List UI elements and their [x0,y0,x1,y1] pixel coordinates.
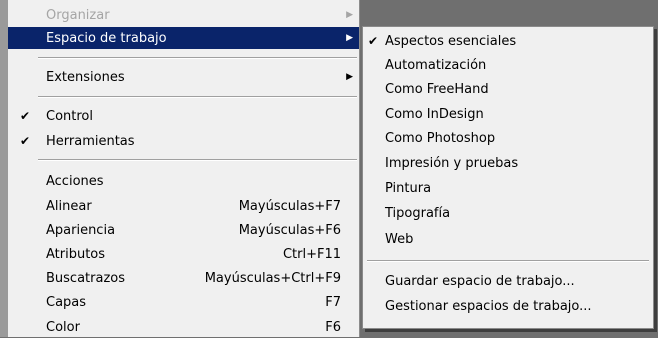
menu-item-label: Control [46,108,93,124]
menu-item-control[interactable]: ✔ Control [8,105,359,127]
workspace-item-web[interactable]: Web [363,228,653,250]
menu-item-label: Como Photoshop [385,130,496,146]
menu-item-shortcut: F7 [325,294,341,310]
menu-item-label: Espacio de trabajo [46,30,167,46]
menu-separator [38,57,357,59]
menu-item-capas[interactable]: Capas F7 [8,291,359,313]
menu-item-label: Tipografía [385,205,451,221]
menu-item-shortcut: F6 [325,319,341,335]
manage-workspaces-item[interactable]: Gestionar espacios de trabajo... [363,295,653,317]
menu-item-label: Aspectos esenciales [385,33,517,49]
menu-item-extensiones[interactable]: Extensiones ▶ [8,66,359,88]
menu-item-shortcut: Mayúsculas+F7 [238,198,341,214]
workspace-item-como-indesign[interactable]: Como InDesign [363,103,653,125]
menu-item-label: Impresión y pruebas [385,155,519,171]
menu-item-label: Herramientas [46,133,135,149]
workspace-item-tipografia[interactable]: Tipografía [363,202,653,224]
menu-item-label: Apariencia [46,222,116,238]
menu-item-buscatrazos[interactable]: Buscatrazos Mayúsculas+Ctrl+F9 [8,267,359,289]
background-strip [0,0,8,337]
menu-item-shortcut: Ctrl+F11 [282,246,341,262]
save-workspace-item[interactable]: Guardar espacio de trabajo... [363,270,653,292]
workspace-item-pintura[interactable]: Pintura [363,177,653,199]
menu-separator [38,159,357,161]
menu-separator [38,96,357,98]
menu-item-apariencia[interactable]: Apariencia Mayúsculas+F6 [8,219,359,241]
menu-item-label: Guardar espacio de trabajo... [385,273,575,289]
menu-item-label: Atributos [46,246,106,262]
menu-item-color[interactable]: Color F6 [8,316,359,338]
menu-separator [367,260,649,262]
menu-item-shortcut: Mayúsculas+F6 [238,222,341,238]
check-icon: ✔ [20,134,31,148]
workspace-item-como-freehand[interactable]: Como FreeHand [363,78,653,100]
menu-item-label: Extensiones [46,69,125,85]
menu-item-organizar: Organizar ▶ [8,4,359,26]
menu-item-atributos[interactable]: Atributos Ctrl+F11 [8,243,359,265]
menu-item-label: Acciones [46,173,104,189]
menu-item-label: Organizar [46,7,110,23]
menu-item-label: Gestionar espacios de trabajo... [385,298,592,314]
menu-item-label: Capas [46,294,87,310]
menu-item-label: Como FreeHand [385,81,489,97]
menu-item-herramientas[interactable]: ✔ Herramientas [8,130,359,152]
submenu-arrow-icon: ▶ [346,33,353,43]
menu-item-shortcut: Mayúsculas+Ctrl+F9 [204,270,341,286]
window-menu: Organizar ▶ Espacio de trabajo ▶ Extensi… [8,0,360,337]
submenu-arrow-icon: ▶ [346,10,353,20]
menu-item-label: Buscatrazos [46,270,126,286]
menu-item-alinear[interactable]: Alinear Mayúsculas+F7 [8,195,359,217]
menu-item-label: Como InDesign [385,106,484,122]
check-icon: ✔ [20,109,31,123]
workspace-item-aspectos-esenciales[interactable]: ✔ Aspectos esenciales [363,30,653,52]
menu-item-label: Pintura [385,180,432,196]
submenu-arrow-icon: ▶ [346,72,353,82]
menu-item-acciones[interactable]: Acciones [8,170,359,192]
check-icon: ✔ [368,34,379,48]
menu-item-label: Automatización [385,57,487,73]
workspace-submenu: ✔ Aspectos esenciales Automatización Com… [362,26,654,329]
menu-item-label: Alinear [46,198,92,214]
workspace-item-como-photoshop[interactable]: Como Photoshop [363,127,653,149]
workspace-item-impresion-y-pruebas[interactable]: Impresión y pruebas [363,152,653,174]
menu-item-label: Web [385,231,414,247]
menu-item-label: Color [46,319,80,335]
menu-item-espacio-de-trabajo[interactable]: Espacio de trabajo ▶ [8,27,359,49]
workspace-item-automatizacion[interactable]: Automatización [363,54,653,76]
